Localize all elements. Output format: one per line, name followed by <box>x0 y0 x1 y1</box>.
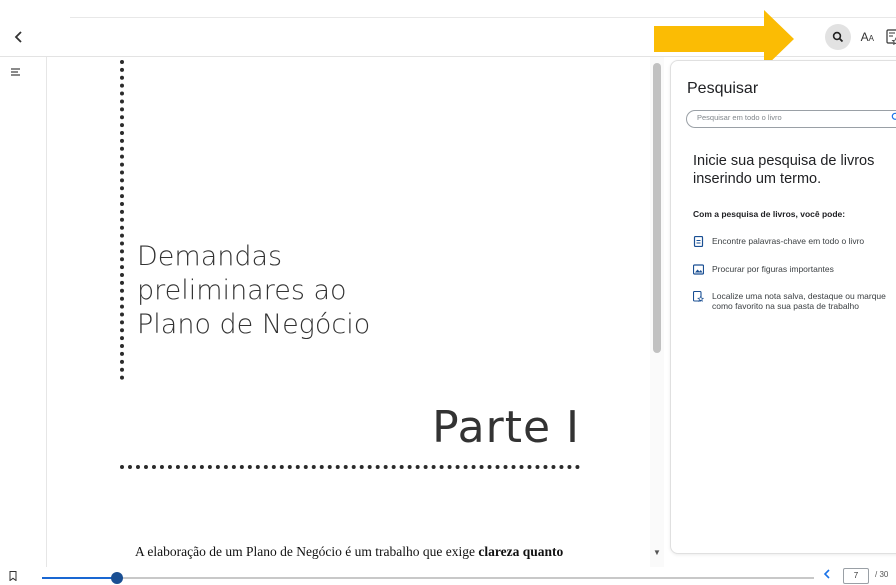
feature-item: Localize uma nota salva, destaque ou mar… <box>693 291 896 311</box>
font-size-button[interactable]: AA <box>861 30 874 44</box>
body-paragraph: A elaboração de um Plano de Negócio é um… <box>135 544 564 559</box>
horizontal-dotted-rule <box>120 465 580 469</box>
page-number-input[interactable]: 7 <box>843 568 869 584</box>
font-size-icon: AA <box>860 30 874 44</box>
feature-item: Procurar por figuras importantes <box>693 264 896 275</box>
previous-page-button[interactable] <box>822 568 832 583</box>
search-placeholder: Pesquisar em todo o livro <box>697 113 782 122</box>
scrollbar-thumb[interactable] <box>653 63 661 353</box>
vertical-dotted-rule <box>120 60 124 380</box>
book-page: Demandas preliminares ao Plano de Negóci… <box>47 57 650 567</box>
back-button[interactable] <box>10 28 28 46</box>
panel-title: Pesquisar <box>687 80 759 97</box>
scroll-down-arrow-icon[interactable]: ▼ <box>653 548 661 557</box>
search-subhead: Com a pesquisa de livros, você pode: <box>693 209 846 219</box>
notebook-icon <box>886 29 896 46</box>
total-pages: / 30 <box>875 570 889 579</box>
page-scrollbar[interactable]: ▼ <box>650 57 664 567</box>
search-input[interactable]: Pesquisar em todo o livro <box>686 110 896 128</box>
chevron-left-icon <box>823 569 830 579</box>
notebook-button[interactable] <box>886 29 896 46</box>
search-icon <box>832 31 843 43</box>
search-intro: Inicie sua pesquisa de livros inserindo … <box>693 153 875 187</box>
search-button[interactable] <box>824 24 851 50</box>
slider-fill <box>42 577 117 579</box>
part-label: Parte I <box>432 402 580 453</box>
feature-text: Procurar por figuras importantes <box>712 264 834 274</box>
chapter-title: Demandas preliminares ao Plano de Negóci… <box>137 241 371 340</box>
reader-footer: 7 / 30 <box>0 567 896 585</box>
notebook-star-icon <box>693 291 704 302</box>
search-submit-icon[interactable] <box>891 112 896 122</box>
image-icon <box>693 264 704 275</box>
feature-text: Encontre palavras-chave em todo o livro <box>712 236 865 246</box>
table-of-contents-icon[interactable] <box>10 67 24 79</box>
bookmark-icon[interactable] <box>9 571 17 581</box>
feature-text: Localize uma nota salva, destaque ou mar… <box>712 291 886 311</box>
left-rail <box>0 57 47 567</box>
feature-item: Encontre palavras-chave em todo o livro <box>693 236 896 247</box>
search-panel: Pesquisar Pesquisar em todo o livro Inic… <box>670 60 896 554</box>
slider-handle[interactable] <box>110 572 123 584</box>
chevron-left-icon <box>14 31 22 43</box>
page-progress-slider[interactable] <box>42 572 814 584</box>
document-icon <box>693 236 704 247</box>
